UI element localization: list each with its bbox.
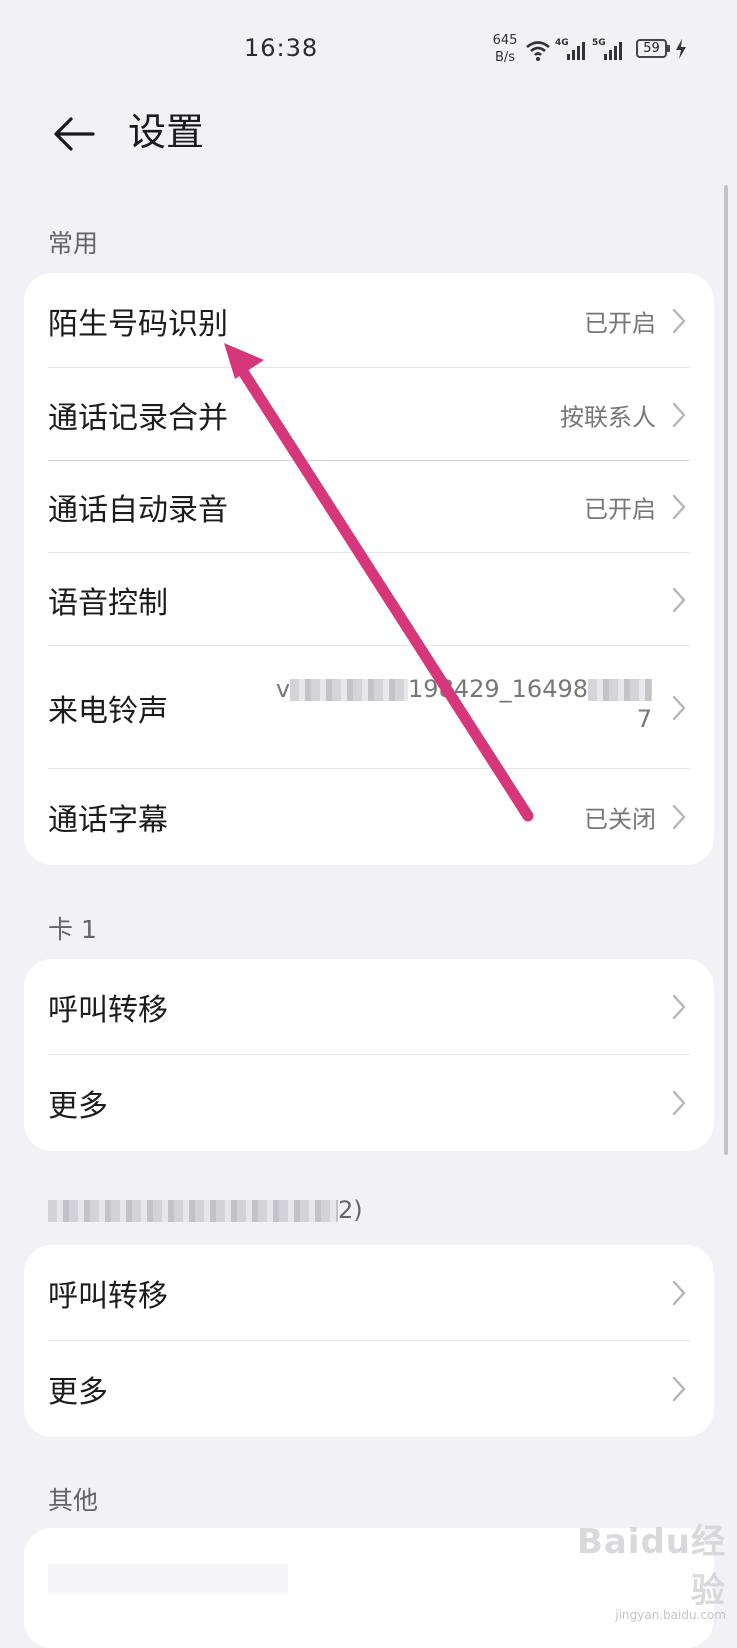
watermark-brand: Baidu经验	[576, 1522, 726, 1611]
chevron-right-icon	[672, 1090, 686, 1116]
chevron-right-icon	[672, 695, 686, 720]
battery-icon: 59	[636, 39, 667, 58]
network-speed-unit: B/s	[494, 50, 516, 65]
ringtone-value-part-2: 198429_16498	[408, 675, 588, 703]
charging-icon	[676, 39, 686, 59]
chevron-right-icon	[672, 402, 686, 427]
card-sim1: 呼叫转移 更多	[24, 959, 714, 1151]
row-label: 呼叫转移	[48, 1279, 168, 1314]
cut-off-label	[48, 1564, 288, 1594]
network-4g-label: 4G	[555, 38, 569, 48]
row-value: 按联系人	[560, 403, 656, 431]
row-label: 通话记录合并	[48, 400, 228, 436]
row-call-forwarding-sim2[interactable]: 呼叫转移	[24, 1245, 714, 1341]
status-time: 16:38	[244, 34, 319, 62]
section-title-sim1: 卡 1	[48, 915, 97, 944]
section-title-sim2-suffix: 2)	[338, 1196, 363, 1224]
section-title-sim2: 2)	[48, 1196, 363, 1224]
watermark-logo: Baidu经验 jingyan.baidu.com	[546, 1514, 726, 1622]
section-title-other: 其他	[48, 1486, 99, 1515]
back-button[interactable]	[44, 104, 104, 164]
row-more-sim2[interactable]: 更多	[24, 1341, 714, 1437]
row-more-sim1[interactable]: 更多	[24, 1055, 714, 1151]
ringtone-value: v 198429_16498 7	[212, 674, 652, 734]
network-5g-label: 5G	[592, 38, 606, 48]
redacted-block	[290, 679, 409, 701]
chevron-right-icon	[672, 1376, 686, 1402]
row-label: 呼叫转移	[48, 993, 168, 1028]
row-label: 通话字幕	[48, 803, 168, 838]
row-ringtone[interactable]: 来电铃声 v 198429_16498 7	[24, 646, 714, 769]
ringtone-value-part-1: v	[275, 675, 291, 703]
page-title: 设置	[128, 110, 205, 154]
chevron-right-icon	[672, 1280, 686, 1306]
row-label: 通话自动录音	[48, 493, 228, 528]
row-call-log-merge[interactable]: 通话记录合并 按联系人	[24, 368, 714, 461]
watermark-url: jingyan.baidu.com	[615, 1608, 726, 1622]
row-label: 陌生号码识别	[48, 306, 228, 342]
row-call-subtitles[interactable]: 通话字幕 已关闭	[24, 769, 714, 865]
chevron-right-icon	[672, 994, 686, 1020]
wifi-icon	[526, 41, 550, 61]
card-sim2: 呼叫转移 更多	[24, 1245, 714, 1437]
network-speed-value: 645	[492, 33, 518, 48]
chevron-right-icon	[672, 804, 686, 830]
row-value: 已关闭	[584, 805, 656, 834]
scrollbar[interactable]	[724, 185, 728, 1155]
chevron-right-icon	[672, 587, 686, 612]
section-title-common: 常用	[48, 229, 99, 258]
row-call-forwarding-sim1[interactable]: 呼叫转移	[24, 959, 714, 1055]
ringtone-value-part-3: 7	[636, 705, 652, 733]
row-label: 更多	[48, 1375, 108, 1410]
row-label: 更多	[48, 1089, 108, 1124]
status-bar: 16:38 645 B/s 4G 5G 59	[0, 0, 737, 96]
row-unknown-number-recognition[interactable]: 陌生号码识别 已开启	[24, 273, 714, 368]
card-common: 陌生号码识别 已开启 通话记录合并 按联系人 通话自动录音 已开启 语音控制 来…	[24, 273, 714, 865]
network-speed: 645 B/s	[487, 32, 523, 66]
redacted-block	[48, 1200, 338, 1222]
chevron-right-icon	[672, 308, 686, 333]
battery-tip	[667, 45, 670, 52]
chevron-right-icon	[672, 494, 686, 520]
arrow-left-icon	[54, 117, 95, 151]
signal-4g-icon: 4G	[555, 38, 585, 60]
row-value: 已开启	[584, 309, 656, 337]
row-label: 语音控制	[48, 585, 168, 621]
row-voice-control[interactable]: 语音控制	[24, 553, 714, 646]
app-header: 设置	[0, 96, 737, 216]
row-auto-call-recording[interactable]: 通话自动录音 已开启	[24, 461, 714, 553]
redacted-block	[588, 679, 652, 701]
signal-5g-icon: 5G	[592, 38, 622, 60]
row-value: 已开启	[584, 495, 656, 524]
row-label: 来电铃声	[48, 693, 168, 729]
